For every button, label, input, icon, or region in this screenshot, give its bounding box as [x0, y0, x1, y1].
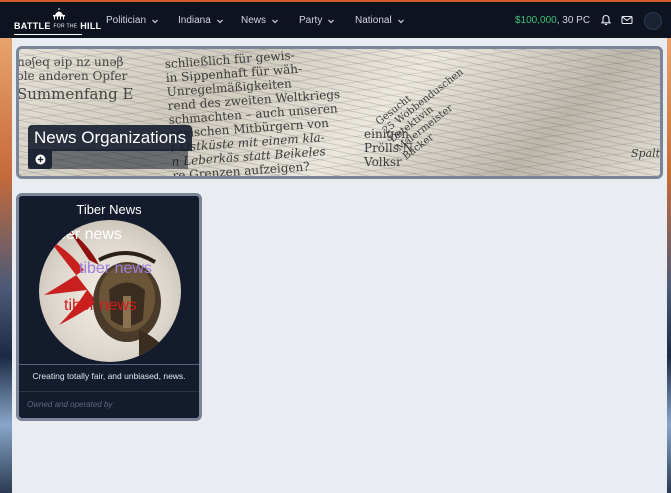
brand-underline	[14, 34, 82, 35]
brand-logo[interactable]: BATTLE FOR THE HILL	[14, 8, 102, 36]
nav-state[interactable]: Indiana	[178, 15, 224, 26]
chevron-down-icon	[328, 19, 335, 23]
organization-card[interactable]: Tiber News tiber news tiber news tiber n…	[16, 193, 202, 421]
wallet-separator: ,	[556, 15, 560, 26]
user-avatar[interactable]	[644, 12, 662, 30]
newspaper-center-column: schließlich für gewis- in Sippenhaft für…	[164, 48, 341, 179]
add-organization-button[interactable]	[28, 149, 52, 169]
organization-owner: Owned and operated by	[27, 400, 113, 409]
wallet-display: $100,000, 30 PC	[515, 15, 590, 26]
main-content: nəʃeq əip nz unəβ ɔle andəren Opfer Summ…	[12, 38, 667, 493]
chevron-down-icon	[216, 19, 223, 23]
political-capital: 30 PC	[562, 15, 591, 26]
brand-text: BATTLE FOR THE HILL	[14, 21, 102, 31]
logo-text-red: tiber news	[64, 297, 137, 314]
chevron-down-icon	[152, 19, 158, 23]
logo-text-purple: tiber news	[79, 260, 152, 277]
plus-circle-icon	[35, 154, 45, 164]
organization-logo: tiber news tiber news tiber news	[39, 220, 181, 362]
page-title: News Organizations	[28, 125, 193, 151]
cash-amount: $100,000	[515, 15, 557, 26]
nav-party[interactable]: Party	[299, 15, 335, 26]
organization-description: Creating totally fair, and unbiased, new…	[32, 371, 186, 381]
news-banner: nəʃeq əip nz unəβ ɔle andəren Opfer Summ…	[16, 46, 663, 179]
mail-icon[interactable]	[621, 14, 633, 26]
newspaper-right-edge: Spalt	[631, 147, 661, 160]
nav-national[interactable]: National	[355, 15, 405, 26]
organization-name: Tiber News	[76, 202, 142, 217]
logo-text-white: tiber news	[49, 226, 122, 243]
capitol-icon	[53, 8, 65, 20]
card-divider	[19, 364, 199, 365]
bell-icon[interactable]	[600, 14, 612, 26]
chevron-down-icon	[397, 19, 404, 23]
top-navbar: BATTLE FOR THE HILL Politician Indiana N…	[0, 0, 671, 38]
card-footer-divider	[19, 391, 199, 392]
nav-politician[interactable]: Politician	[106, 15, 159, 26]
chevron-down-icon	[272, 19, 278, 23]
banner-overlay	[28, 149, 188, 169]
background-left	[0, 38, 12, 493]
newspaper-right-lower: einigen Prölls N Volksr	[364, 127, 414, 169]
nav-news[interactable]: News	[241, 15, 279, 26]
newspaper-left-column: nəʃeq əip nz unəβ ɔle andəren Opfer Summ…	[17, 55, 134, 103]
